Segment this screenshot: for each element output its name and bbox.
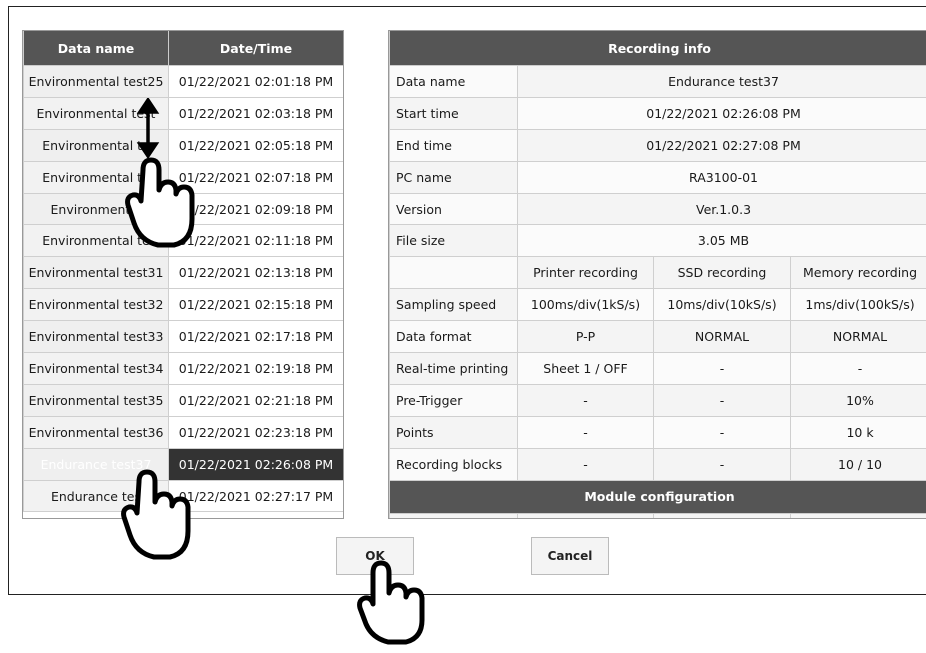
row-date-time[interactable]: 01/22/2021 02:13:18 PM (168, 256, 343, 290)
header-data-name[interactable]: Data name (23, 31, 169, 66)
info-row: File size 3.05 MB (389, 224, 926, 258)
setting-value: NORMAL (789, 320, 926, 354)
setting-value: 100ms/div(1kS/s) (517, 288, 654, 322)
recording-setting-row: Pre-Trigger - -10% (389, 383, 926, 417)
list-row[interactable]: Environmental test25 01/22/2021 02:01:18 … (23, 65, 343, 98)
info-row: Start time 01/22/2021 02:26:08 PM (389, 96, 926, 130)
info-label: PC name (389, 160, 518, 194)
tap-hand-icon (121, 469, 191, 560)
recording-column-header: Printer recording (517, 256, 654, 290)
info-row: PC name RA3100-01 (389, 160, 926, 194)
row-date-time[interactable]: 01/22/2021 02:27:17 PM (168, 479, 343, 513)
row-data-name[interactable]: Environmental test32 (23, 288, 169, 322)
row-date-time[interactable]: 01/22/2021 02:15:18 PM (168, 288, 343, 322)
row-date-time[interactable]: 01/22/2021 02:26:08 PM (168, 447, 343, 481)
row-data-name[interactable]: Environmental test35 (23, 383, 169, 417)
module-cell (789, 512, 926, 518)
ok-tap-hand-icon (357, 560, 425, 645)
recording-column-header: Memory recording (789, 256, 926, 290)
info-row: Data name Endurance test37 (389, 65, 926, 98)
row-data-name[interactable]: Environmental test33 (23, 320, 169, 354)
setting-value: - (653, 415, 791, 449)
info-value: 3.05 MB (516, 224, 926, 258)
row-date-time[interactable]: 01/22/2021 02:19:18 PM (168, 352, 343, 385)
setting-value: - (653, 352, 791, 385)
row-data-name[interactable]: Environmental test34 (23, 352, 169, 385)
setting-value: NORMAL (653, 320, 791, 354)
module-cell (653, 512, 791, 518)
setting-value: P-P (517, 320, 654, 354)
setting-value: - (517, 415, 654, 449)
row-date-time[interactable]: 01/22/2021 02:21:18 PM (168, 383, 343, 417)
setting-label: Sampling speed (389, 288, 518, 322)
recording-info-panel: Recording info Data name Endurance test37… (388, 30, 926, 519)
list-row[interactable]: Environmental test36 01/22/2021 02:23:18 … (23, 415, 343, 449)
setting-label: Recording blocks (389, 447, 518, 481)
list-row[interactable]: Environmental test32 01/22/2021 02:15:18 … (23, 288, 343, 322)
row-data-name[interactable]: Environmental test25 (23, 65, 169, 98)
info-value: 01/22/2021 02:26:08 PM (516, 96, 926, 130)
setting-label: Data format (389, 320, 518, 354)
info-row: End time 01/22/2021 02:27:08 PM (389, 128, 926, 162)
setting-value: - (517, 447, 654, 481)
empty-cell (389, 256, 518, 290)
header-date-time[interactable]: Date/Time (168, 31, 343, 66)
setting-label: Points (389, 415, 518, 449)
setting-label: Pre-Trigger (389, 383, 518, 417)
module-cell (389, 512, 518, 518)
info-label: File size (389, 224, 518, 258)
row-date-time[interactable]: 01/22/2021 02:23:18 PM (168, 415, 343, 449)
setting-value: - (653, 447, 791, 481)
module-cell (517, 512, 654, 518)
info-value: Endurance test37 (516, 65, 926, 98)
cancel-button[interactable]: Cancel (531, 537, 609, 575)
info-value: RA3100-01 (516, 160, 926, 194)
recording-setting-row: Points - -10 k (389, 415, 926, 449)
info-value: 01/22/2021 02:27:08 PM (516, 128, 926, 162)
recording-setting-row: Sampling speed 100ms/div(1kS/s) 10ms/div(1… (389, 288, 926, 322)
list-row[interactable]: Environmental test33 01/22/2021 02:17:18 … (23, 320, 343, 354)
info-value: Ver.1.0.3 (516, 192, 926, 226)
row-data-name[interactable]: Environmental test31 (23, 256, 169, 290)
recording-setting-row: Recording blocks - -10 / 10 (389, 447, 926, 481)
row-data-name[interactable]: Environmental test36 (23, 415, 169, 449)
drag-hand-icon (125, 98, 195, 248)
recording-info-title: Recording info (389, 31, 926, 66)
setting-value: 10 / 10 (789, 447, 926, 481)
setting-value: - (653, 383, 791, 417)
setting-value: - (789, 352, 926, 385)
setting-value: - (517, 383, 654, 417)
info-label: End time (389, 128, 518, 162)
setting-label: Real-time printing (389, 352, 518, 385)
setting-value: 1ms/div(100kS/s) (789, 288, 926, 322)
recording-columns-row: Printer recording SSD recording Memory rec… (389, 256, 926, 290)
info-label: Data name (389, 65, 518, 98)
recording-setting-row: Data format P-P NORMAL NORMAL (389, 320, 926, 354)
module-configuration-title: Module configuration (389, 480, 926, 514)
info-label: Version (389, 192, 518, 226)
row-date-time[interactable]: 01/22/2021 02:01:18 PM (168, 65, 343, 98)
list-row[interactable]: Environmental test35 01/22/2021 02:21:18 … (23, 383, 343, 417)
recording-column-header: SSD recording (653, 256, 791, 290)
row-date-time[interactable]: 01/22/2021 02:17:18 PM (168, 320, 343, 354)
setting-value: 10ms/div(10kS/s) (653, 288, 791, 322)
list-row[interactable]: Environmental test34 01/22/2021 02:19:18 … (23, 352, 343, 385)
setting-value: Sheet 1 / OFF (517, 352, 654, 385)
setting-value: 10 k (789, 415, 926, 449)
info-row: Version Ver.1.0.3 (389, 192, 926, 226)
info-label: Start time (389, 96, 518, 130)
list-row[interactable]: Environmental test31 01/22/2021 02:13:18 … (23, 256, 343, 290)
recording-setting-row: Real-time printing Sheet 1 / OFF - - (389, 352, 926, 385)
setting-value: 10% (789, 383, 926, 417)
